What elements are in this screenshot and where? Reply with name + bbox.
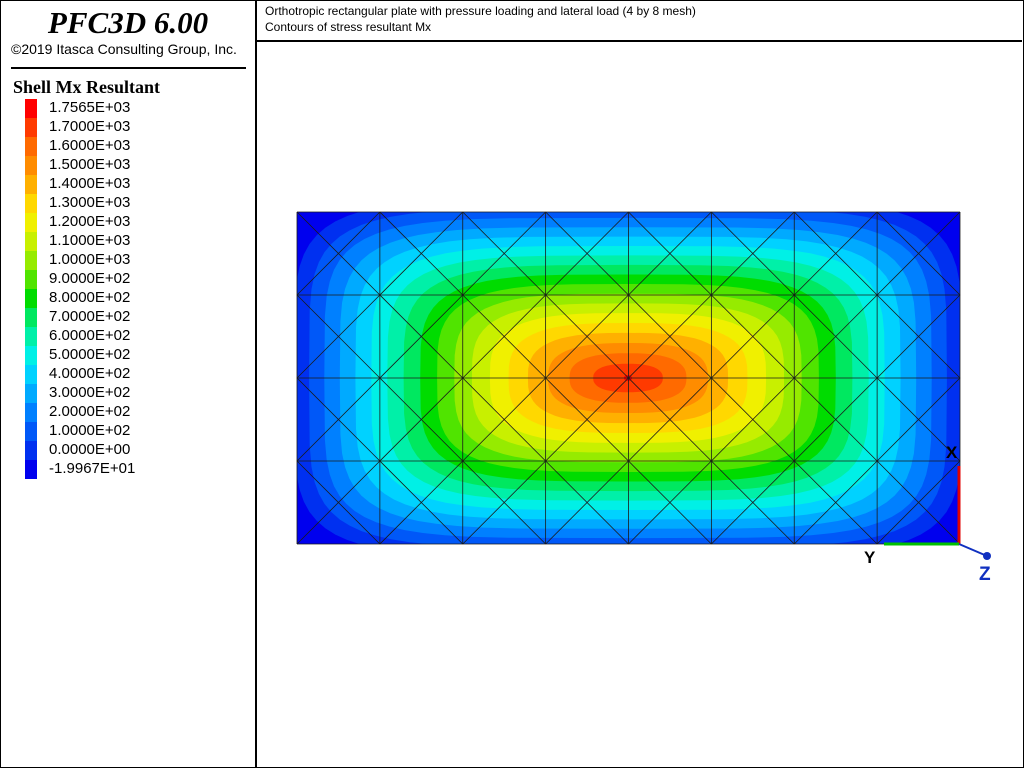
legend-row: 1.7565E+03 bbox=[25, 99, 225, 118]
legend-swatch bbox=[25, 346, 37, 365]
legend-label: 7.0000E+02 bbox=[49, 308, 131, 325]
legend-row: 1.0000E+02 bbox=[25, 422, 225, 441]
legend-swatch bbox=[25, 384, 37, 403]
legend-row: 4.0000E+02 bbox=[25, 365, 225, 384]
legend-row: 9.0000E+02 bbox=[25, 270, 225, 289]
legend-row: 1.4000E+03 bbox=[25, 175, 225, 194]
legend-row: 1.2000E+03 bbox=[25, 213, 225, 232]
copyright-text: ©2019 Itasca Consulting Group, Inc. bbox=[11, 41, 237, 57]
legend-swatch bbox=[25, 365, 37, 384]
legend-swatch bbox=[25, 156, 37, 175]
legend-label: 1.1000E+03 bbox=[49, 232, 131, 249]
plot-subtitle: Contours of stress resultant Mx bbox=[265, 20, 432, 34]
legend-swatch bbox=[25, 232, 37, 251]
legend-label: 1.7000E+03 bbox=[49, 118, 131, 135]
legend-row: 7.0000E+02 bbox=[25, 308, 225, 327]
legend-label: 3.0000E+02 bbox=[49, 384, 131, 401]
legend-title: Shell Mx Resultant bbox=[13, 77, 161, 97]
legend-row: 1.3000E+03 bbox=[25, 194, 225, 213]
legend-row: 3.0000E+02 bbox=[25, 384, 225, 403]
divider bbox=[11, 67, 246, 69]
legend-panel: PFC3D 6.00 ©2019 Itasca Consulting Group… bbox=[1, 1, 257, 767]
legend-label: 1.0000E+03 bbox=[49, 251, 131, 268]
legend-row: 8.0000E+02 bbox=[25, 289, 225, 308]
legend-label: 4.0000E+02 bbox=[49, 365, 131, 382]
contour-plot[interactable]: X Y Z bbox=[257, 43, 1023, 767]
legend-label: 0.0000E+00 bbox=[49, 441, 131, 458]
contour-legend: 1.7565E+03 1.7000E+03 1.6000E+03 1.5000E+03… bbox=[25, 99, 225, 479]
legend-row: 1.1000E+03 bbox=[25, 232, 225, 251]
legend-row: 1.7000E+03 bbox=[25, 118, 225, 137]
legend-label: 1.6000E+03 bbox=[49, 137, 131, 154]
y-axis-label: Y bbox=[864, 548, 876, 567]
legend-swatch bbox=[25, 441, 37, 460]
legend-row: 2.0000E+02 bbox=[25, 403, 225, 422]
legend-row: 6.0000E+02 bbox=[25, 327, 225, 346]
legend-row: 1.6000E+03 bbox=[25, 137, 225, 156]
plot-title: Orthotropic rectangular plate with press… bbox=[265, 4, 696, 18]
plot-header: Orthotropic rectangular plate with press… bbox=[257, 1, 1022, 42]
legend-row: 1.5000E+03 bbox=[25, 156, 225, 175]
legend-label: 1.5000E+03 bbox=[49, 156, 131, 173]
legend-swatch bbox=[25, 289, 37, 308]
legend-label: 5.0000E+02 bbox=[49, 346, 131, 363]
legend-row: 5.0000E+02 bbox=[25, 346, 225, 365]
legend-swatch bbox=[25, 213, 37, 232]
legend-swatch bbox=[25, 327, 37, 346]
legend-swatch bbox=[25, 118, 37, 137]
app-title: PFC3D 6.00 bbox=[47, 5, 209, 40]
legend-swatch bbox=[25, 403, 37, 422]
legend-swatch bbox=[25, 99, 37, 118]
legend-swatch bbox=[25, 460, 37, 479]
x-axis-label: X bbox=[946, 443, 958, 462]
legend-label: 6.0000E+02 bbox=[49, 327, 131, 344]
legend-label: 9.0000E+02 bbox=[49, 270, 131, 287]
legend-swatch bbox=[25, 270, 37, 289]
legend-label: 1.7565E+03 bbox=[49, 99, 131, 116]
legend-swatch bbox=[25, 422, 37, 441]
legend-swatch bbox=[25, 175, 37, 194]
legend-label: 8.0000E+02 bbox=[49, 289, 131, 306]
z-axis-line bbox=[958, 543, 988, 557]
z-axis-label: Z bbox=[979, 564, 991, 585]
legend-label: 1.3000E+03 bbox=[49, 194, 131, 211]
legend-label: -1.9967E+01 bbox=[49, 460, 136, 477]
legend-row: 1.0000E+03 bbox=[25, 251, 225, 270]
legend-label: 1.0000E+02 bbox=[49, 422, 131, 439]
legend-label: 1.2000E+03 bbox=[49, 213, 131, 230]
legend-swatch bbox=[25, 137, 37, 156]
legend-swatch bbox=[25, 308, 37, 327]
legend-swatch bbox=[25, 194, 37, 213]
legend-swatch bbox=[25, 251, 37, 270]
legend-label: 1.4000E+03 bbox=[49, 175, 131, 192]
legend-row: 0.0000E+00 bbox=[25, 441, 225, 460]
legend-row: -1.9967E+01 bbox=[25, 460, 225, 479]
legend-label: 2.0000E+02 bbox=[49, 403, 131, 420]
z-axis-dot bbox=[983, 552, 991, 560]
